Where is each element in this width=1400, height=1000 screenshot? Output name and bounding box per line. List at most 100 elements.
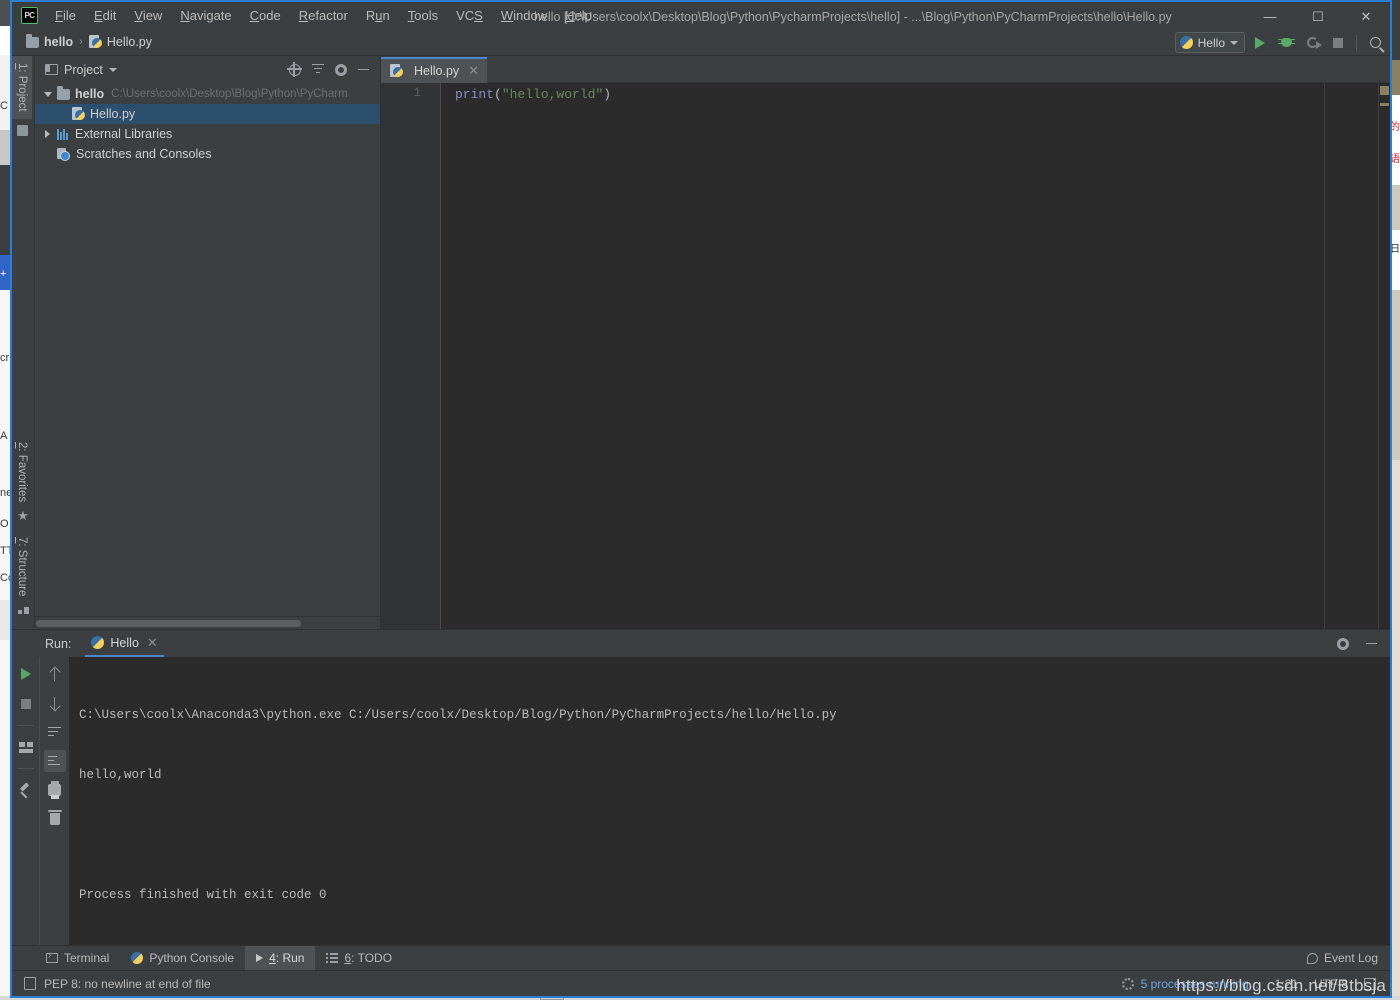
run-button[interactable]	[1249, 32, 1271, 54]
run-settings-button[interactable]	[1332, 633, 1353, 654]
stop-button[interactable]	[1327, 32, 1349, 54]
sidebar-item-project[interactable]: 1: Project	[12, 56, 32, 119]
soft-wrap-button[interactable]	[44, 721, 66, 743]
tool-tab-label-favorites: 2: Favorites	[16, 442, 28, 502]
up-arrow-icon	[49, 667, 60, 681]
print-button[interactable]	[44, 779, 66, 801]
scroll-to-end-button[interactable]	[43, 750, 66, 772]
breadcrumb: hello › Hello.py	[26, 33, 152, 49]
bottom-tab-terminal[interactable]: Terminal	[35, 946, 120, 970]
pin-icon	[19, 784, 32, 797]
debug-icon	[1277, 38, 1295, 47]
spinner-icon	[1121, 977, 1134, 990]
bottom-tool-window-bar: Terminal Python Console 4: Run 6: TODO E…	[12, 945, 1390, 970]
up-stacktrace-button[interactable]	[44, 663, 66, 685]
title-bar: PC File Edit View Navigate Code Refactor Run To…	[12, 0, 1390, 29]
inspection-icon[interactable]	[24, 977, 36, 990]
menu-item-navigate[interactable]: Navigate	[171, 5, 240, 26]
locate-target-button[interactable]	[284, 59, 305, 80]
menu-item-file[interactable]: File	[46, 5, 85, 26]
editor-tab-bar: Hello.py ✕	[381, 56, 1390, 83]
rerun-button[interactable]	[15, 663, 37, 685]
close-button[interactable]: ✕	[1342, 2, 1390, 31]
bottom-tab-python-console[interactable]: Python Console	[120, 946, 245, 970]
editor-tab-hello-py[interactable]: Hello.py ✕	[381, 57, 488, 83]
chevron-down-icon	[108, 67, 117, 72]
run-tab-hello[interactable]: Hello ✕	[85, 631, 164, 657]
window-controls: — ☐ ✕	[1246, 2, 1390, 31]
scrollbar-thumb[interactable]	[36, 620, 301, 627]
search-everywhere-button[interactable]	[1364, 32, 1386, 54]
editor-error-stripe[interactable]	[1378, 83, 1390, 629]
hide-pane-button[interactable]	[353, 59, 374, 80]
twisty-expanded-icon[interactable]	[41, 91, 54, 97]
tool-tab-text: : Structure	[16, 542, 28, 596]
tool-tab-label-structure: 7: Structure	[16, 537, 28, 596]
sidebar-item-favorites[interactable]: 2: Favorites	[12, 435, 32, 509]
bottom-tab-run[interactable]: 4: Run	[245, 946, 316, 970]
tree-row-hello-py[interactable]: Hello.py	[35, 104, 380, 124]
watermark: https://blog.csdn.net/Btbsja	[1176, 976, 1386, 995]
clear-all-button[interactable]	[44, 808, 66, 830]
menu-item-code[interactable]: Code	[241, 5, 290, 26]
maximize-button[interactable]: ☐	[1294, 2, 1342, 31]
debug-button[interactable]	[1275, 32, 1297, 54]
project-pane-title-group[interactable]: Project	[45, 63, 117, 77]
menu-item-tools[interactable]: Tools	[399, 5, 447, 26]
editor-area: Hello.py ✕ 1 print("hello,world")	[381, 56, 1390, 629]
minimize-button[interactable]: —	[1246, 2, 1294, 31]
menu-item-vcs[interactable]: VCS	[447, 5, 492, 26]
run-configuration-selector[interactable]: Hello	[1174, 32, 1245, 53]
menu-item-refactor[interactable]: Refactor	[290, 5, 357, 26]
tree-row-external-libraries[interactable]: External Libraries	[35, 124, 380, 144]
close-icon[interactable]: ✕	[468, 63, 479, 79]
project-horizontal-scrollbar[interactable]	[35, 616, 380, 629]
stop-process-button[interactable]	[15, 693, 37, 715]
right-margin-line	[1324, 83, 1325, 629]
close-icon[interactable]: ✕	[147, 635, 158, 651]
sidebar-item-structure[interactable]: 7: Structure	[12, 530, 32, 603]
coverage-button[interactable]	[1301, 32, 1323, 54]
line-number-gutter: 1	[381, 83, 429, 629]
down-stacktrace-button[interactable]	[44, 692, 66, 714]
console-line: hello,world	[79, 768, 162, 782]
event-log-button[interactable]: Event Log	[1306, 951, 1390, 965]
tool-tab-text: : Project	[16, 69, 28, 112]
toolbar-divider	[17, 725, 34, 726]
tool-tab-label-project: 1: Project	[16, 63, 28, 112]
console-output[interactable]: C:\Users\coolx\Anaconda3\python.exe C:/U…	[69, 657, 1390, 945]
toolbar-right: Hello	[1174, 29, 1386, 56]
code-folding-strip[interactable]	[429, 83, 441, 629]
warning-stripe-marker-secondary[interactable]	[1380, 103, 1389, 106]
breadcrumb-project[interactable]: hello	[44, 35, 73, 49]
python-file-icon	[88, 35, 102, 49]
warning-stripe-marker[interactable]	[1380, 86, 1389, 95]
breadcrumb-file[interactable]: Hello.py	[107, 35, 152, 49]
code-token-open-paren: (	[494, 87, 502, 102]
menu-item-run[interactable]: Run	[357, 5, 399, 26]
code-token-string: "hello,world"	[501, 87, 604, 102]
tree-row-project-root[interactable]: hello C:\Users\coolx\Desktop\Blog\Python…	[35, 84, 380, 104]
tree-row-scratches[interactable]: Scratches and Consoles	[35, 144, 380, 164]
bottom-tab-todo[interactable]: 6: TODO	[315, 946, 403, 970]
twisty-collapsed-icon[interactable]	[41, 130, 54, 138]
run-hide-button[interactable]	[1361, 633, 1382, 654]
chevron-down-icon	[1230, 40, 1238, 45]
folder-icon	[17, 124, 28, 136]
menu-item-edit[interactable]: Edit	[85, 5, 125, 26]
collapse-all-button[interactable]	[307, 59, 328, 80]
project-tool-window: Project hello C:\Users\coolx\Desktop\Blo…	[35, 56, 381, 629]
bottom-tab-label: Terminal	[64, 951, 110, 965]
code-token-close-paren: )	[603, 87, 612, 102]
gear-icon	[334, 63, 347, 76]
pin-tab-button[interactable]	[15, 779, 37, 801]
menu-item-view[interactable]: View	[125, 5, 171, 26]
folder-icon	[57, 85, 70, 100]
layout-button[interactable]	[15, 736, 37, 758]
code-text-area[interactable]: print("hello,world")	[441, 83, 1378, 629]
star-icon: ★	[17, 507, 29, 523]
project-pane-actions	[284, 56, 374, 83]
project-tree[interactable]: hello C:\Users\coolx\Desktop\Blog\Python…	[35, 83, 380, 616]
settings-button[interactable]	[330, 59, 351, 80]
